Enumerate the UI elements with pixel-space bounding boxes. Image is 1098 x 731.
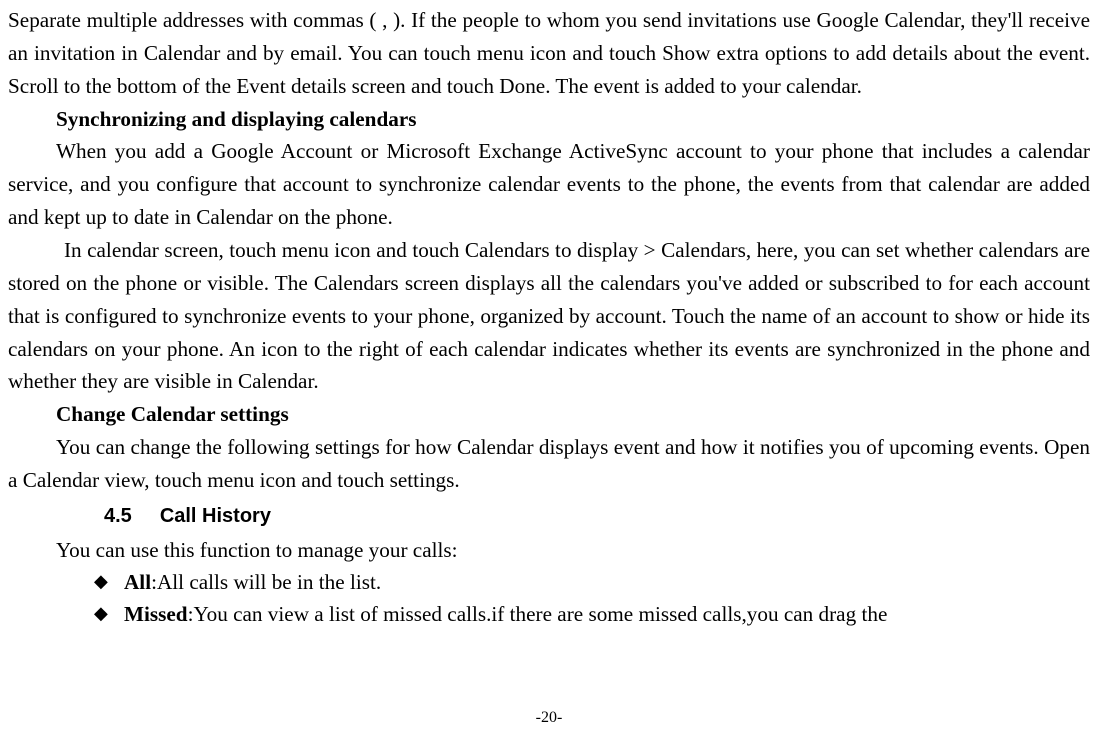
paragraph-change-settings: You can change the following settings fo…: [8, 431, 1090, 497]
paragraph-intro: Separate multiple addresses with commas …: [8, 4, 1090, 103]
heading-sync-text: Synchronizing and displaying calendars: [56, 107, 417, 131]
document-page: Separate multiple addresses with commas …: [0, 0, 1098, 731]
section-number: 4.5: [104, 505, 132, 528]
list-item-text: :All calls will be in the list.: [151, 570, 381, 594]
section-title: Call History: [160, 505, 271, 527]
section-heading: 4.5 Call History: [8, 505, 1090, 528]
heading-change-settings-text: Change Calendar settings: [56, 402, 289, 426]
list-item-label: Missed: [124, 602, 188, 626]
paragraph-sync-1: When you add a Google Account or Microso…: [8, 135, 1090, 234]
list-item: All:All calls will be in the list.: [8, 567, 1090, 599]
list-item-label: All: [124, 570, 151, 594]
heading-sync-display: Synchronizing and displaying calendars: [8, 103, 1090, 136]
heading-change-settings: Change Calendar settings: [8, 398, 1090, 431]
list-item: Missed:You can view a list of missed cal…: [8, 599, 1090, 631]
page-number: -20-: [0, 709, 1098, 727]
bullet-list: All:All calls will be in the list. Misse…: [8, 567, 1090, 631]
paragraph-calls-intro: You can use this function to manage your…: [8, 534, 1090, 567]
paragraph-sync-2: In calendar screen, touch menu icon and …: [8, 234, 1090, 398]
list-item-text: :You can view a list of missed calls.if …: [188, 602, 888, 626]
